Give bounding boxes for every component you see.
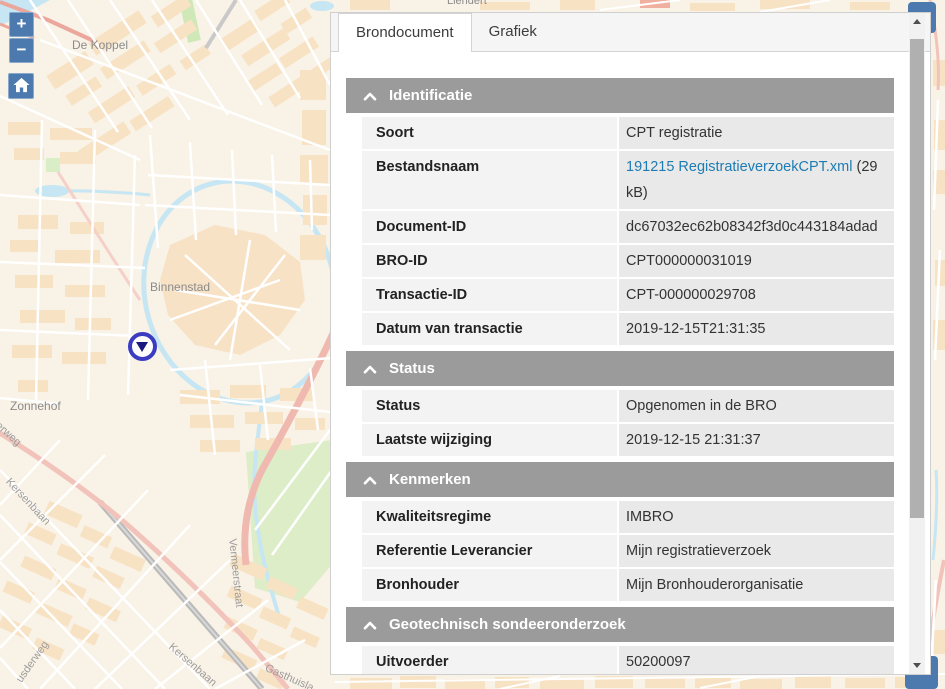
- section-title: Status: [389, 360, 435, 377]
- scroll-up-button[interactable]: [909, 13, 925, 30]
- row-label: Status: [362, 390, 617, 422]
- table-row: Datum van transactie2019-12-15T21:31:35: [362, 313, 894, 345]
- section-header-geotechnisch-sondeeronderzoek[interactable]: Geotechnisch sondeeronderzoek: [346, 607, 894, 642]
- row-label: Document-ID: [362, 211, 617, 243]
- row-value: Mijn Bronhouderorganisatie: [619, 569, 894, 601]
- chevron-up-icon: [363, 476, 377, 485]
- chevron-up-icon: [363, 365, 377, 374]
- detail-panel: BrondocumentGrafiek IdentificatieSoortCP…: [330, 12, 931, 675]
- table-row: Uitvoerder50200097: [362, 646, 894, 675]
- section-header-identificatie[interactable]: Identificatie: [346, 78, 894, 113]
- home-icon: [13, 78, 30, 97]
- map-marker[interactable]: [128, 332, 157, 361]
- chevron-up-icon: [363, 621, 377, 630]
- table-row: Transactie-IDCPT-000000029708: [362, 279, 894, 311]
- home-button[interactable]: [8, 73, 34, 99]
- scrollbar-thumb[interactable]: [910, 39, 924, 518]
- tab-brondocument[interactable]: Brondocument: [338, 13, 472, 52]
- document-details: Identificatie SoortCPT registratieBestand…: [331, 52, 930, 675]
- row-label: Datum van transactie: [362, 313, 617, 345]
- marker-triangle-icon: [136, 342, 148, 352]
- section-header-status[interactable]: Status: [346, 351, 894, 386]
- row-label: Soort: [362, 117, 617, 149]
- row-label: Referentie Leverancier: [362, 535, 617, 567]
- row-value: 2019-12-15 21:31:37: [619, 424, 894, 456]
- row-value: Opgenomen in de BRO: [619, 390, 894, 422]
- row-label: Bestandsnaam: [362, 151, 617, 209]
- row-value: 2019-12-15T21:31:35: [619, 313, 894, 345]
- table-row: SoortCPT registratie: [362, 117, 894, 149]
- table-row: Document-IDdc67032ec62b08342f3d0c443184a…: [362, 211, 894, 243]
- row-value: CPT000000031019: [619, 245, 894, 277]
- section-header-kenmerken[interactable]: Kenmerken: [346, 462, 894, 497]
- scroll-down-button[interactable]: [909, 657, 925, 674]
- table-row: BRO-IDCPT000000031019: [362, 245, 894, 277]
- tab-bar: BrondocumentGrafiek: [331, 13, 930, 52]
- section-title: Kenmerken: [389, 471, 471, 488]
- row-label: Laatste wijziging: [362, 424, 617, 456]
- chevron-up-icon: [363, 92, 377, 101]
- table-row: Bestandsnaam191215 RegistratieverzoekCPT…: [362, 151, 894, 209]
- panel-scrollbar[interactable]: [909, 13, 925, 674]
- zoom-out-button[interactable]: −: [9, 38, 34, 63]
- row-label: Bronhouder: [362, 569, 617, 601]
- arrow-down-icon: [913, 663, 921, 668]
- row-value: 50200097: [619, 646, 894, 675]
- row-value: IMBRO: [619, 501, 894, 533]
- row-value: Mijn registratieverzoek: [619, 535, 894, 567]
- row-value: 191215 RegistratieverzoekCPT.xml (29 kB): [619, 151, 894, 209]
- zoom-in-button[interactable]: +: [9, 12, 34, 37]
- table-row: KwaliteitsregimeIMBRO: [362, 501, 894, 533]
- row-value: CPT-000000029708: [619, 279, 894, 311]
- bro-viewer: LiendertDe KoppelBinnenstadZonnehofkerwe…: [0, 0, 945, 689]
- table-row: StatusOpgenomen in de BRO: [362, 390, 894, 422]
- file-link[interactable]: 191215 RegistratieverzoekCPT.xml: [626, 159, 852, 175]
- row-label: Kwaliteitsregime: [362, 501, 617, 533]
- row-label: BRO-ID: [362, 245, 617, 277]
- table-row: Referentie LeverancierMijn registratieve…: [362, 535, 894, 567]
- tab-grafiek[interactable]: Grafiek: [472, 13, 554, 51]
- row-label: Transactie-ID: [362, 279, 617, 311]
- table-row: BronhouderMijn Bronhouderorganisatie: [362, 569, 894, 601]
- table-row: Laatste wijziging2019-12-15 21:31:37: [362, 424, 894, 456]
- row-value: CPT registratie: [619, 117, 894, 149]
- row-label: Uitvoerder: [362, 646, 617, 675]
- section-title: Geotechnisch sondeeronderzoek: [389, 616, 626, 633]
- row-value: dc67032ec62b08342f3d0c443184adad: [619, 211, 894, 243]
- section-title: Identificatie: [389, 87, 472, 104]
- arrow-up-icon: [913, 19, 921, 24]
